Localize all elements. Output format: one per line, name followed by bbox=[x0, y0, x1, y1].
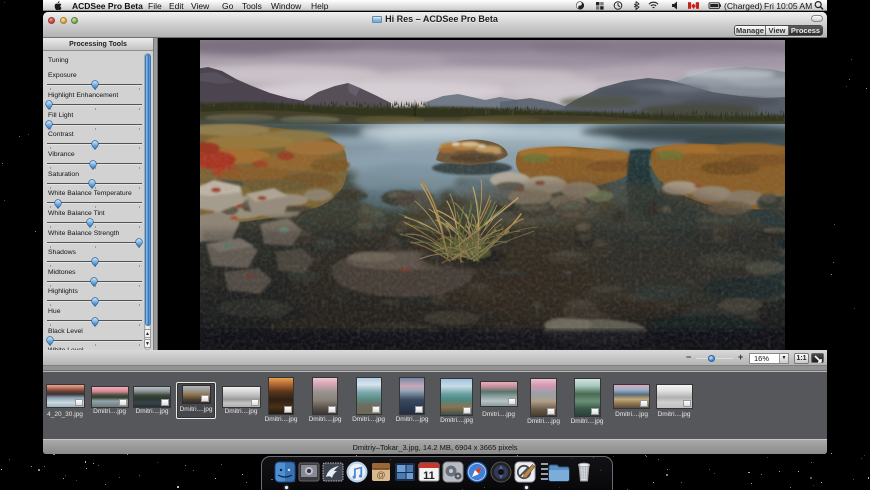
svg-text:11: 11 bbox=[423, 470, 435, 482]
svg-text:@: @ bbox=[376, 470, 385, 480]
